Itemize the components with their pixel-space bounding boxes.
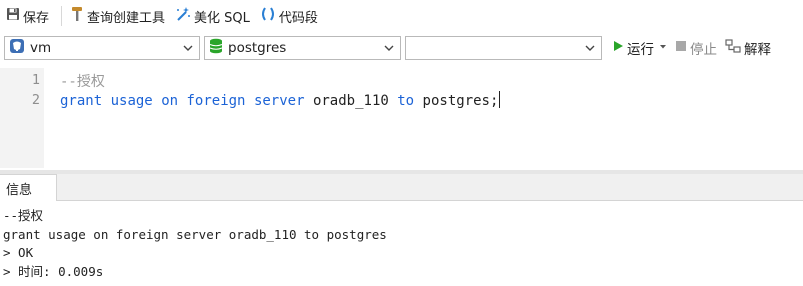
chevron-down-icon	[383, 41, 395, 59]
dropdown-caret-icon[interactable]	[659, 41, 667, 56]
chevron-down-icon	[182, 41, 194, 59]
save-icon	[6, 7, 20, 25]
parentheses-icon	[260, 6, 276, 26]
explain-icon	[725, 39, 741, 57]
sql-keyword: usage	[110, 93, 153, 109]
sql-identifier: postgres;	[422, 93, 499, 109]
explain-button[interactable]: 解释	[725, 38, 771, 58]
sql-editor[interactable]: 1 2 --授权 grant usage on foreign server o…	[0, 68, 803, 168]
run-label: 运行	[627, 42, 654, 58]
postgresql-elephant-icon	[9, 38, 25, 58]
result-tabs: 信息	[0, 174, 803, 201]
stop-icon	[675, 40, 687, 56]
database-select[interactable]: postgres	[204, 36, 401, 60]
explain-label: 解释	[744, 42, 771, 58]
run-button[interactable]: 运行	[612, 38, 667, 58]
magic-wand-icon	[175, 6, 191, 26]
sql-keyword: server	[253, 93, 305, 109]
main-toolbar: 保存 查询创建工具 美化 SQL 代码段	[0, 0, 803, 32]
stop-label: 停止	[690, 42, 717, 58]
beautify-sql-label: 美化 SQL	[194, 10, 250, 26]
text-caret	[499, 91, 501, 108]
output-line: > 时间: 0.009s	[3, 263, 104, 279]
chevron-down-icon	[584, 41, 596, 59]
connection-value: vm	[30, 40, 52, 56]
sql-keyword: foreign	[186, 93, 246, 109]
line-number: 1	[31, 72, 40, 88]
sql-keyword: on	[161, 93, 179, 109]
sql-comment: --授权	[60, 74, 105, 90]
run-controls: 运行 停止 解释	[612, 36, 779, 60]
code-line-2[interactable]: grant usage on foreign server oradb_110 …	[60, 91, 501, 109]
save-label: 保存	[23, 10, 50, 26]
query-builder-button[interactable]: 查询创建工具	[68, 4, 167, 28]
database-value: postgres	[228, 40, 287, 56]
code-snippet-label: 代码段	[278, 10, 318, 26]
sql-keyword: to	[397, 93, 415, 109]
play-icon	[612, 39, 624, 57]
query-builder-icon	[70, 6, 84, 26]
tab-info[interactable]: 信息	[0, 174, 57, 201]
output-line: --授权	[3, 208, 44, 223]
query-builder-label: 查询创建工具	[87, 10, 166, 26]
connection-select[interactable]: vm	[4, 36, 200, 60]
line-number: 2	[31, 92, 40, 108]
connection-bar: vm postgres 运行 停止 解释	[0, 34, 803, 62]
line-number-gutter: 1 2	[0, 68, 44, 168]
schema-select[interactable]	[405, 36, 602, 60]
output-line: > OK	[3, 245, 34, 260]
toolbar-divider	[61, 6, 63, 26]
sql-keyword: grant	[60, 93, 103, 109]
output-line: grant usage on foreign server oradb_110 …	[3, 226, 387, 242]
stop-button[interactable]: 停止	[675, 38, 717, 58]
save-button[interactable]: 保存	[4, 4, 51, 28]
beautify-sql-button[interactable]: 美化 SQL	[173, 4, 252, 28]
code-snippet-button[interactable]: 代码段	[258, 4, 320, 28]
database-icon	[209, 38, 223, 58]
message-output: --授权 grant usage on foreign server oradb…	[0, 207, 803, 286]
sql-identifier: oradb_110	[312, 93, 389, 109]
code-line-1[interactable]: --授权	[60, 71, 105, 91]
